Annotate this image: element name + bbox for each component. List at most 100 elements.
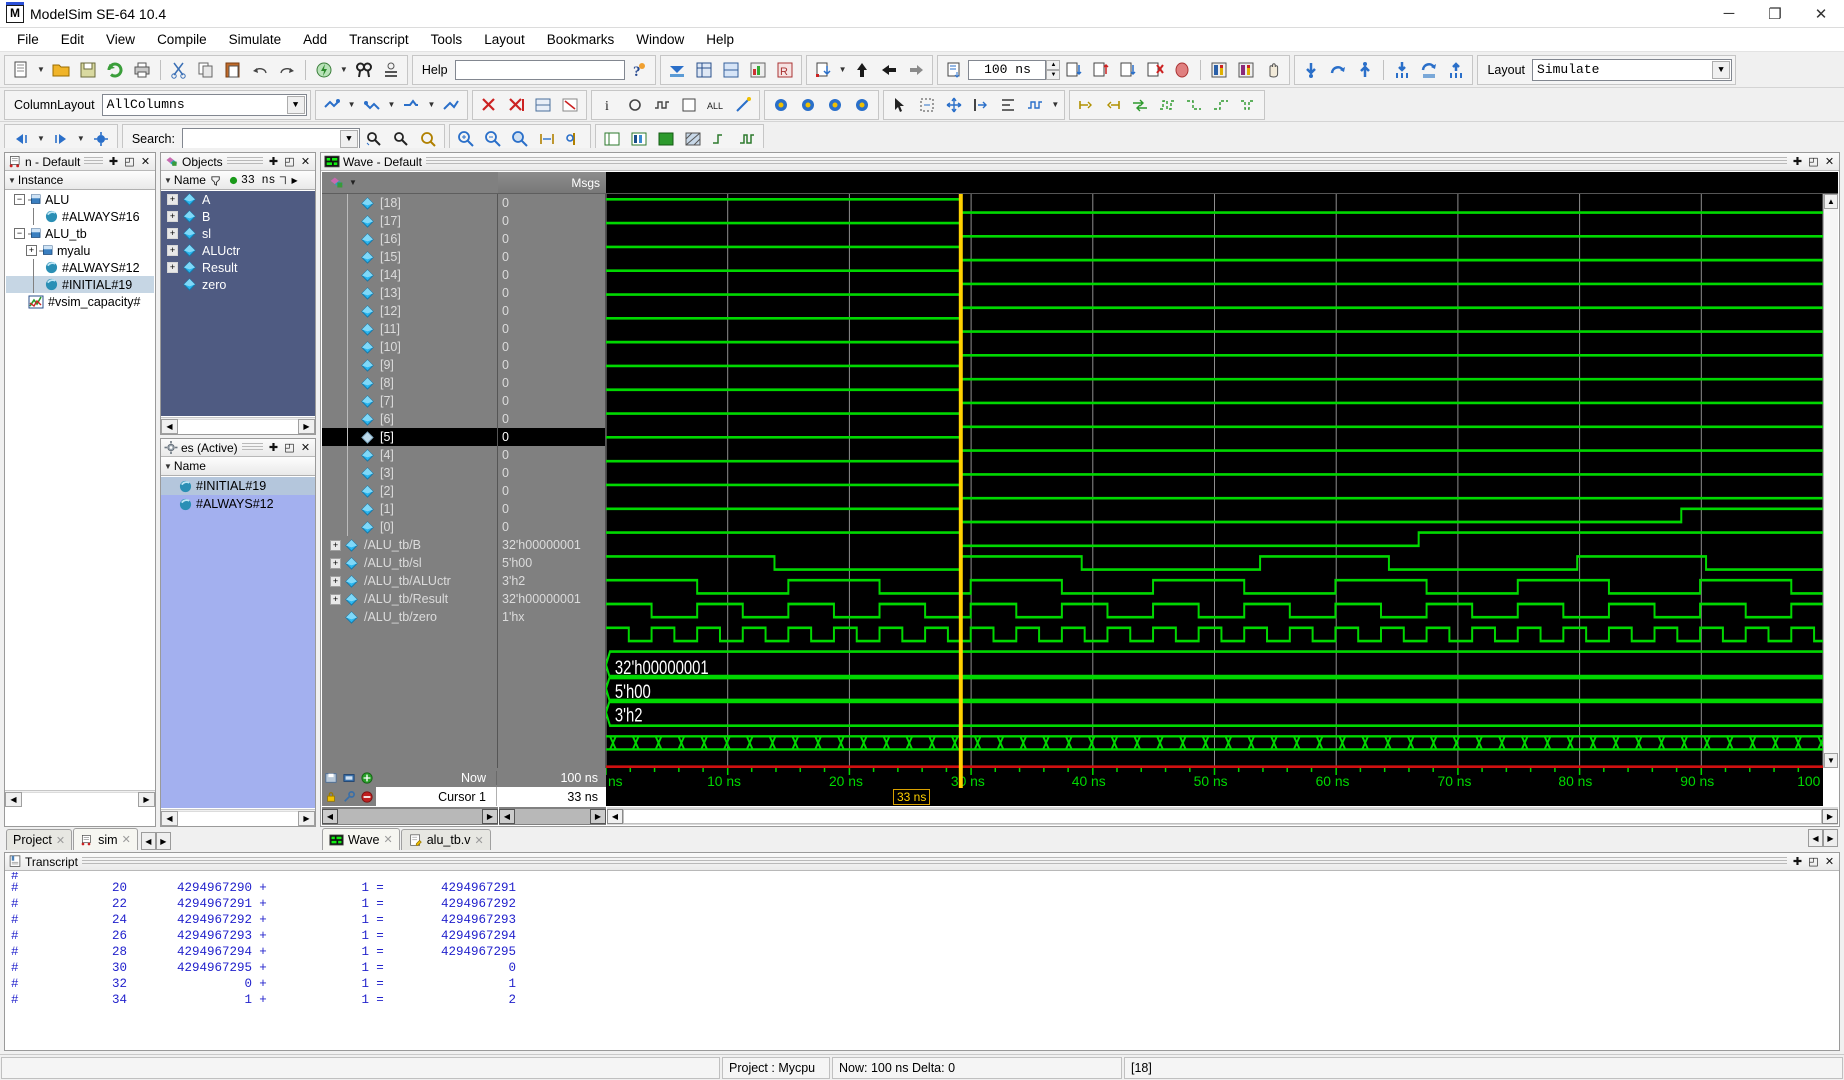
wave-signal-row[interactable]: [9] [322,356,497,374]
undo-icon[interactable] [247,57,273,83]
copy-icon[interactable] [193,57,219,83]
wand-icon[interactable] [730,92,756,118]
tab-wave-close-icon[interactable]: ✕ [384,833,393,846]
layout-chevron-down-icon[interactable]: ▼ [1712,60,1731,79]
menu-add[interactable]: Add [292,30,338,49]
run-length-spinner[interactable]: ▲ ▼ [1046,59,1061,80]
bookmark-box-icon[interactable] [676,92,702,118]
format-wave3-icon[interactable] [1208,92,1234,118]
print-icon[interactable] [129,57,155,83]
objects-sort-icon[interactable]: ▼ [164,176,172,185]
object-row-aluctr[interactable]: + ALUctr [161,242,315,259]
processes-panel-close-icon[interactable]: ✕ [299,441,312,454]
scroll-track[interactable] [515,808,590,824]
wave-signal-row[interactable]: [4] [322,446,497,464]
find-wave-arrow-icon[interactable] [1416,57,1442,83]
compare-waveform-icon[interactable] [530,92,556,118]
expander-icon[interactable]: + [330,557,341,569]
combine-dropdown-icon[interactable]: ▼ [427,100,435,109]
reload-icon[interactable] [102,57,128,83]
scroll-left-icon[interactable]: ◀ [161,810,178,826]
wave-edit-dropdown-icon[interactable]: ▼ [1051,100,1059,109]
paste-icon[interactable] [220,57,246,83]
run-continue-arrow-icon[interactable] [1325,57,1351,83]
wave-canvas-hscrollbar[interactable]: ◀ ▶ [607,807,1838,825]
objects-header-more-icon[interactable] [278,175,289,186]
scroll-right-icon[interactable]: ▶ [1822,808,1838,824]
all-text-icon[interactable]: ALL [703,92,729,118]
delete-cursor-icon[interactable] [358,790,376,803]
memory-icon[interactable] [1233,57,1259,83]
new-file-icon[interactable] [8,57,34,83]
group-dropdown-icon[interactable]: ▼ [348,100,356,109]
expand-signals-icon[interactable] [438,92,464,118]
sim-panel-dock-icon[interactable]: ✚ [107,155,120,168]
menu-tools[interactable]: Tools [420,30,474,49]
transcript-dock-icon[interactable]: ✚ [1791,855,1804,868]
objects-panel-close-icon[interactable]: ✕ [299,155,312,168]
minimize-button[interactable]: ─ [1706,0,1752,28]
wave-signal-row[interactable]: [14] [322,266,497,284]
wave-signal-row[interactable]: [7] [322,392,497,410]
wave-signal-row[interactable]: [18] [322,194,497,212]
cursor-line[interactable] [958,194,963,768]
align-icon[interactable] [995,92,1021,118]
sim-red-icon[interactable]: R [772,57,798,83]
tab-sim-close-icon[interactable]: ✕ [122,833,131,846]
goto-next-transition-icon[interactable] [1298,57,1324,83]
menu-help[interactable]: Help [695,30,745,49]
scroll-track[interactable] [178,810,298,826]
processes-sort-icon[interactable]: ▼ [164,462,172,471]
wave-signal-row-selected[interactable]: [5] [322,428,497,446]
redo-icon[interactable] [274,57,300,83]
tab-wave[interactable]: Wave ✕ [322,828,400,850]
now-annotate-icon[interactable] [340,772,358,784]
move-icon[interactable] [941,92,967,118]
wave-signal-row[interactable]: [10] [322,338,497,356]
expander-icon[interactable]: + [330,539,341,551]
wave-values-hscrollbar[interactable]: ◀ ▶ [499,807,606,825]
run-all-icon[interactable] [1061,57,1087,83]
step-out-icon[interactable] [849,57,875,83]
wave-names-hscrollbar[interactable]: ◀ ▶ [322,807,498,825]
format-wave4-icon[interactable] [1235,92,1261,118]
wave-signal-row[interactable]: [13] [322,284,497,302]
wave-signal-row[interactable]: [8] [322,374,497,392]
menu-view[interactable]: View [95,30,146,49]
menu-transcript[interactable]: Transcript [338,30,420,49]
sim-panel-undock-icon[interactable]: ◰ [123,155,136,168]
cut-icon[interactable] [166,57,192,83]
wave-signal-row[interactable]: + /ALU_tb/Result [322,590,497,608]
format-right-icon[interactable] [1100,92,1126,118]
scroll-right-icon[interactable]: ▶ [298,810,315,826]
find-next-wave-icon[interactable] [1389,57,1415,83]
wave-toolbar-dropdown-icon[interactable]: ▼ [349,178,357,187]
menu-simulate[interactable]: Simulate [218,30,293,49]
columnlayout-chevron-down-icon[interactable]: ▼ [286,95,305,114]
step-run-icon[interactable] [1115,57,1141,83]
wave-panel-dock-icon[interactable]: ✚ [1791,155,1804,168]
format-swap-icon[interactable] [1127,92,1153,118]
step-back-icon[interactable] [876,57,902,83]
wave-signal-row[interactable]: [0] [322,518,497,536]
profile-icon[interactable] [1206,57,1232,83]
format-wave1-icon[interactable] [1154,92,1180,118]
wave-signal-row[interactable]: + /ALU_tb/B [322,536,497,554]
clear-compare-icon[interactable] [557,92,583,118]
expander-icon[interactable]: + [167,262,178,273]
scroll-track[interactable] [338,808,482,824]
wave-signal-row[interactable]: [15] [322,248,497,266]
breakpoint-yellow-4-icon[interactable] [849,92,875,118]
restart-icon[interactable] [664,57,690,83]
sim-panel-close-icon[interactable]: ✕ [139,155,152,168]
transcript-output[interactable]: # # 20 4294967290 + 1 = 4294967291 # 22 … [5,872,1839,1050]
stop-icon[interactable] [1169,57,1195,83]
help-question-icon[interactable]: ? [626,57,652,83]
new-file-dropdown-icon[interactable]: ▼ [37,65,45,74]
scroll-left-icon[interactable]: ◀ [5,791,22,807]
help-search-input[interactable] [454,59,625,80]
scroll-down-icon[interactable]: ▼ [1824,753,1838,768]
breakpoint-yellow-2-icon[interactable] [795,92,821,118]
select-pointer-icon[interactable] [887,92,913,118]
expander-icon[interactable]: + [167,194,178,205]
